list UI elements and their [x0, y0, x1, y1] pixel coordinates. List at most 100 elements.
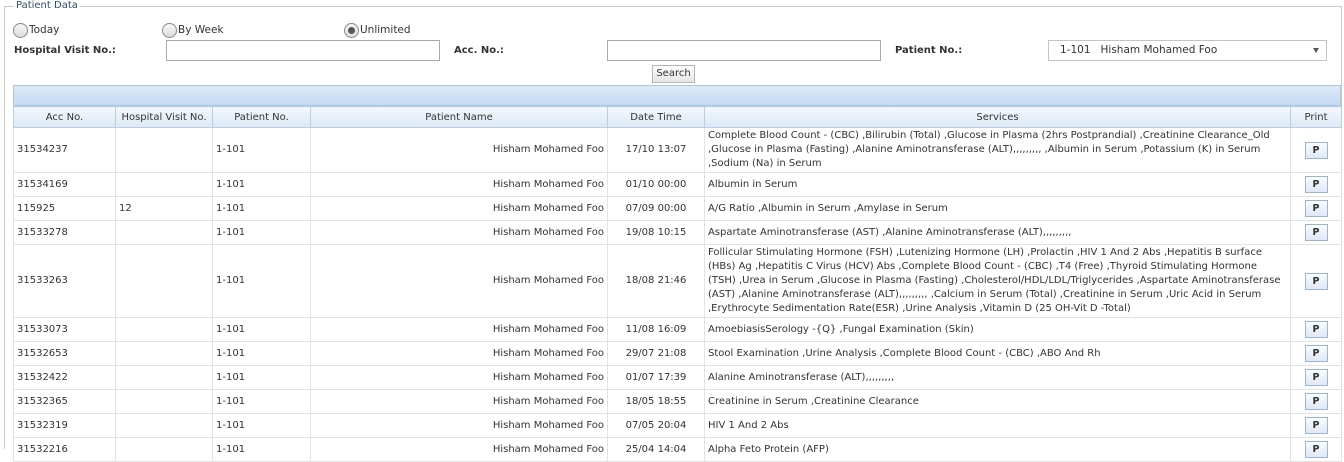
col-patient-name[interactable]: Patient Name	[310, 106, 608, 128]
cell-patient-name: Hisham Mohamed Foo	[310, 365, 608, 390]
patient-select[interactable]: 1-101 Hisham Mohamed Foo	[1048, 40, 1327, 61]
patient-data-legend: Patient Data	[14, 0, 80, 12]
cell-acc-no: 31534237	[13, 127, 116, 173]
table-row[interactable]: 31533263 1-101 Hisham Mohamed Foo 18/08 21:…	[13, 244, 1342, 318]
patient-no-label: Patient No.:	[895, 45, 963, 56]
print-button[interactable]: P	[1304, 441, 1328, 458]
cell-hospital-visit-no	[115, 317, 213, 342]
table-row[interactable]: 31532216 1-101 Hisham Mohamed Foo 25/04 14:…	[13, 437, 1342, 462]
radio-circle-icon	[13, 22, 28, 38]
cell-services: A/G Ratio ,Albumin in Serum ,Amylase in …	[704, 196, 1291, 221]
cell-date-time: 07/05 20:04	[607, 413, 705, 438]
cell-hospital-visit-no	[115, 127, 213, 173]
cell-hospital-visit-no	[115, 389, 213, 414]
cell-patient-no: 1-101	[212, 220, 311, 245]
col-print[interactable]: Print	[1290, 106, 1342, 128]
col-services[interactable]: Services	[704, 106, 1291, 128]
cell-services: HIV 1 And 2 Abs	[704, 413, 1291, 438]
cell-acc-no: 31533263	[13, 244, 116, 318]
cell-patient-name: Hisham Mohamed Foo	[310, 127, 608, 173]
cell-print: P	[1290, 220, 1342, 245]
cell-date-time: 11/08 16:09	[607, 317, 705, 342]
chevron-down-icon[interactable]	[1313, 48, 1319, 53]
search-button[interactable]: Search	[652, 65, 695, 83]
cell-acc-no: 31532319	[13, 413, 116, 438]
cell-patient-name: Hisham Mohamed Foo	[310, 389, 608, 414]
cell-acc-no: 31532653	[13, 341, 116, 366]
radio-unlimited[interactable]: Unlimited	[344, 22, 411, 38]
cell-date-time: 25/04 14:04	[607, 437, 705, 462]
cell-patient-no: 1-101	[212, 196, 311, 221]
cell-patient-no: 1-101	[212, 389, 311, 414]
cell-acc-no: 31532365	[13, 389, 116, 414]
cell-hospital-visit-no	[115, 172, 213, 197]
cell-patient-name: Hisham Mohamed Foo	[310, 317, 608, 342]
cell-patient-no: 1-101	[212, 341, 311, 366]
radio-checked-icon	[344, 22, 359, 38]
table-row[interactable]: 115925 12 1-101 Hisham Mohamed Foo 07/09 00:…	[13, 196, 1342, 221]
cell-patient-name: Hisham Mohamed Foo	[310, 196, 608, 221]
cell-patient-no: 1-101	[212, 413, 311, 438]
col-patient-no[interactable]: Patient No.	[212, 106, 311, 128]
table-row[interactable]: 31532365 1-101 Hisham Mohamed Foo 18/05 18:…	[13, 389, 1342, 414]
print-button[interactable]: P	[1304, 141, 1328, 159]
cell-patient-name: Hisham Mohamed Foo	[310, 413, 608, 438]
col-hospital-visit-no[interactable]: Hospital Visit No.	[115, 106, 213, 128]
cell-acc-no: 31532422	[13, 365, 116, 390]
radio-today[interactable]: Today	[13, 22, 59, 38]
cell-print: P	[1290, 413, 1342, 438]
print-button[interactable]: P	[1304, 272, 1328, 290]
col-date-time[interactable]: Date Time	[607, 106, 705, 128]
cell-print: P	[1290, 317, 1342, 342]
cell-print: P	[1290, 341, 1342, 366]
print-button[interactable]: P	[1304, 393, 1328, 410]
cell-services: Stool Examination ,Urine Analysis ,Compl…	[704, 341, 1291, 366]
print-button[interactable]: P	[1304, 321, 1328, 338]
radio-by-week[interactable]: By Week	[162, 22, 224, 38]
table-row[interactable]: 31533073 1-101 Hisham Mohamed Foo 11/08 16:…	[13, 317, 1342, 342]
col-acc-no[interactable]: Acc No.	[13, 106, 116, 128]
print-button[interactable]: P	[1304, 200, 1328, 217]
radio-today-label: Today	[29, 24, 60, 36]
cell-services: Alanine Aminotransferase (ALT),,,,,,,,,	[704, 365, 1291, 390]
cell-services: Creatinine in Serum ,Creatinine Clearanc…	[704, 389, 1291, 414]
hospital-visit-label: Hospital Visit No.:	[14, 45, 116, 56]
cell-print: P	[1290, 172, 1342, 197]
cell-acc-no: 31532216	[13, 437, 116, 462]
cell-patient-name: Hisham Mohamed Foo	[310, 341, 608, 366]
cell-date-time: 29/07 21:08	[607, 341, 705, 366]
cell-patient-name: Hisham Mohamed Foo	[310, 244, 608, 318]
print-button[interactable]: P	[1304, 369, 1328, 386]
hospital-visit-input[interactable]	[166, 40, 440, 61]
cell-date-time: 01/10 00:00	[607, 172, 705, 197]
table-row[interactable]: 31534169 1-101 Hisham Mohamed Foo 01/10 00:…	[13, 172, 1342, 197]
results-grid: Acc No. Hospital Visit No. Patient No. P…	[13, 106, 1342, 462]
print-button[interactable]: P	[1304, 224, 1328, 241]
acc-no-input[interactable]	[607, 40, 881, 61]
cell-print: P	[1290, 196, 1342, 221]
table-row[interactable]: 31532422 1-101 Hisham Mohamed Foo 01/07 17:…	[13, 365, 1342, 390]
cell-acc-no: 31533073	[13, 317, 116, 342]
cell-hospital-visit-no	[115, 341, 213, 366]
cell-date-time: 17/10 13:07	[607, 127, 705, 173]
cell-acc-no: 31534169	[13, 172, 116, 197]
grid-group-bar	[13, 85, 1341, 106]
cell-print: P	[1290, 365, 1342, 390]
cell-date-time: 18/08 21:46	[607, 244, 705, 318]
cell-date-time: 01/07 17:39	[607, 365, 705, 390]
table-row[interactable]: 31532319 1-101 Hisham Mohamed Foo 07/05 20:…	[13, 413, 1342, 438]
cell-acc-no: 115925	[13, 196, 116, 221]
print-button[interactable]: P	[1304, 345, 1328, 362]
acc-no-label: Acc. No.:	[454, 45, 504, 56]
cell-print: P	[1290, 244, 1342, 318]
cell-hospital-visit-no	[115, 437, 213, 462]
cell-date-time: 07/09 00:00	[607, 196, 705, 221]
table-row[interactable]: 31534237 1-101 Hisham Mohamed Foo 17/10 13:…	[13, 127, 1342, 173]
radio-circle-icon	[162, 22, 177, 38]
print-button[interactable]: P	[1304, 176, 1328, 193]
print-button[interactable]: P	[1304, 417, 1328, 434]
cell-hospital-visit-no	[115, 365, 213, 390]
grid-header-row: Acc No. Hospital Visit No. Patient No. P…	[13, 106, 1342, 128]
table-row[interactable]: 31532653 1-101 Hisham Mohamed Foo 29/07 21:…	[13, 341, 1342, 366]
table-row[interactable]: 31533278 1-101 Hisham Mohamed Foo 19/08 10:…	[13, 220, 1342, 245]
